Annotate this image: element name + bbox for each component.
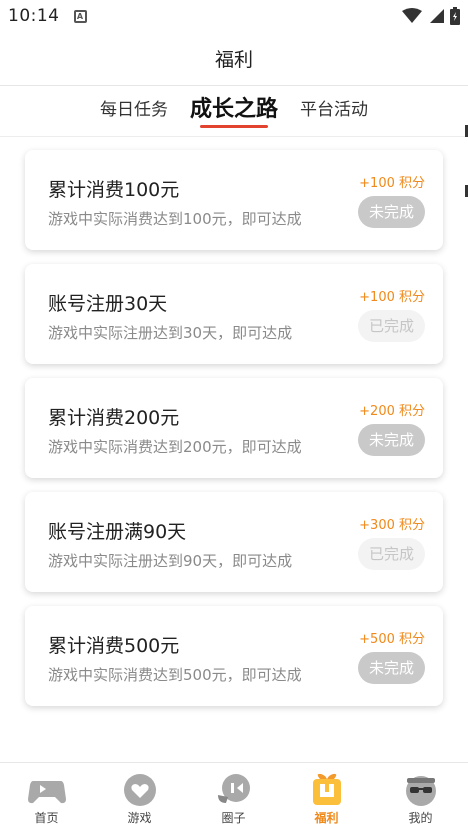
nav-item-circle[interactable]: 圈子 xyxy=(187,763,280,832)
task-points: +300 积分 xyxy=(359,518,425,533)
status-indicators xyxy=(402,7,460,25)
task-status-badge[interactable]: 未完成 xyxy=(358,196,425,228)
active-tab-indicator xyxy=(200,125,268,128)
circle-chat-icon xyxy=(217,774,250,803)
task-title: 累计消费100元 xyxy=(48,179,180,201)
task-card: 累计消费500元 游戏中实际消费达到500元，即可达成 +500 积分 未完成 xyxy=(25,606,443,706)
task-title: 账号注册30天 xyxy=(48,293,168,315)
task-status-badge: 已完成 xyxy=(358,310,425,342)
tab-label: 每日任务 xyxy=(100,100,168,120)
page-header: 福利 xyxy=(0,32,468,86)
nav-label: 福利 xyxy=(314,811,339,825)
task-status-badge[interactable]: 未完成 xyxy=(358,424,425,456)
status-time: 10:14 xyxy=(8,6,60,26)
nav-item-welfare[interactable]: 福利 xyxy=(280,763,373,832)
wifi-icon xyxy=(402,8,422,23)
task-points: +200 积分 xyxy=(359,404,425,419)
task-title: 账号注册满90天 xyxy=(48,521,187,543)
signal-icon xyxy=(430,9,444,23)
task-description: 游戏中实际消费达到100元，即可达成 xyxy=(48,210,302,228)
status-bar: 10:14 A xyxy=(0,0,468,32)
task-points: +500 积分 xyxy=(359,632,425,647)
task-description: 游戏中实际消费达到500元，即可达成 xyxy=(48,666,302,684)
notification-icon: A xyxy=(73,9,87,23)
game-heart-icon xyxy=(123,774,156,806)
bottom-nav: 首页 游戏 圈子 福利 我的 xyxy=(0,762,468,832)
nav-label: 我的 xyxy=(408,811,433,825)
task-status-badge: 已完成 xyxy=(358,538,425,570)
task-card: 账号注册满90天 游戏中实际注册达到90天，即可达成 +300 积分 已完成 xyxy=(25,492,443,592)
task-title: 累计消费200元 xyxy=(48,407,180,429)
tab-daily-tasks[interactable]: 每日任务 xyxy=(100,87,168,137)
task-description: 游戏中实际注册达到90天，即可达成 xyxy=(48,552,293,570)
task-card: 账号注册30天 游戏中实际注册达到30天，即可达成 +100 积分 已完成 xyxy=(25,264,443,364)
task-description: 游戏中实际注册达到30天，即可达成 xyxy=(48,324,293,342)
task-points: +100 积分 xyxy=(359,176,425,191)
nav-item-games[interactable]: 游戏 xyxy=(93,763,186,832)
task-card: 累计消费100元 游戏中实际消费达到100元，即可达成 +100 积分 未完成 xyxy=(25,150,443,250)
nav-label: 圈子 xyxy=(221,811,246,825)
nav-label: 首页 xyxy=(34,811,59,825)
nav-item-home[interactable]: 首页 xyxy=(0,763,93,832)
task-status-badge[interactable]: 未完成 xyxy=(358,652,425,684)
nav-item-mine[interactable]: 我的 xyxy=(374,763,467,832)
battery-icon xyxy=(450,7,460,25)
profile-sunglasses-icon xyxy=(405,776,436,806)
gift-icon xyxy=(312,773,341,805)
task-card: 累计消费200元 游戏中实际消费达到200元，即可达成 +200 积分 未完成 xyxy=(25,378,443,478)
tab-label: 平台活动 xyxy=(300,100,368,120)
home-gamepad-icon xyxy=(27,781,66,804)
task-description: 游戏中实际消费达到200元，即可达成 xyxy=(48,438,302,456)
tab-platform-events[interactable]: 平台活动 xyxy=(300,87,368,137)
page-title: 福利 xyxy=(214,49,253,71)
tab-label: 成长之路 xyxy=(190,97,279,122)
tab-bar: 每日任务 成长之路 平台活动 xyxy=(0,87,468,137)
tab-growth-path[interactable]: 成长之路 xyxy=(190,87,278,137)
nav-label: 游戏 xyxy=(127,811,152,825)
task-title: 累计消费500元 xyxy=(48,635,180,657)
task-points: +100 积分 xyxy=(359,290,425,305)
